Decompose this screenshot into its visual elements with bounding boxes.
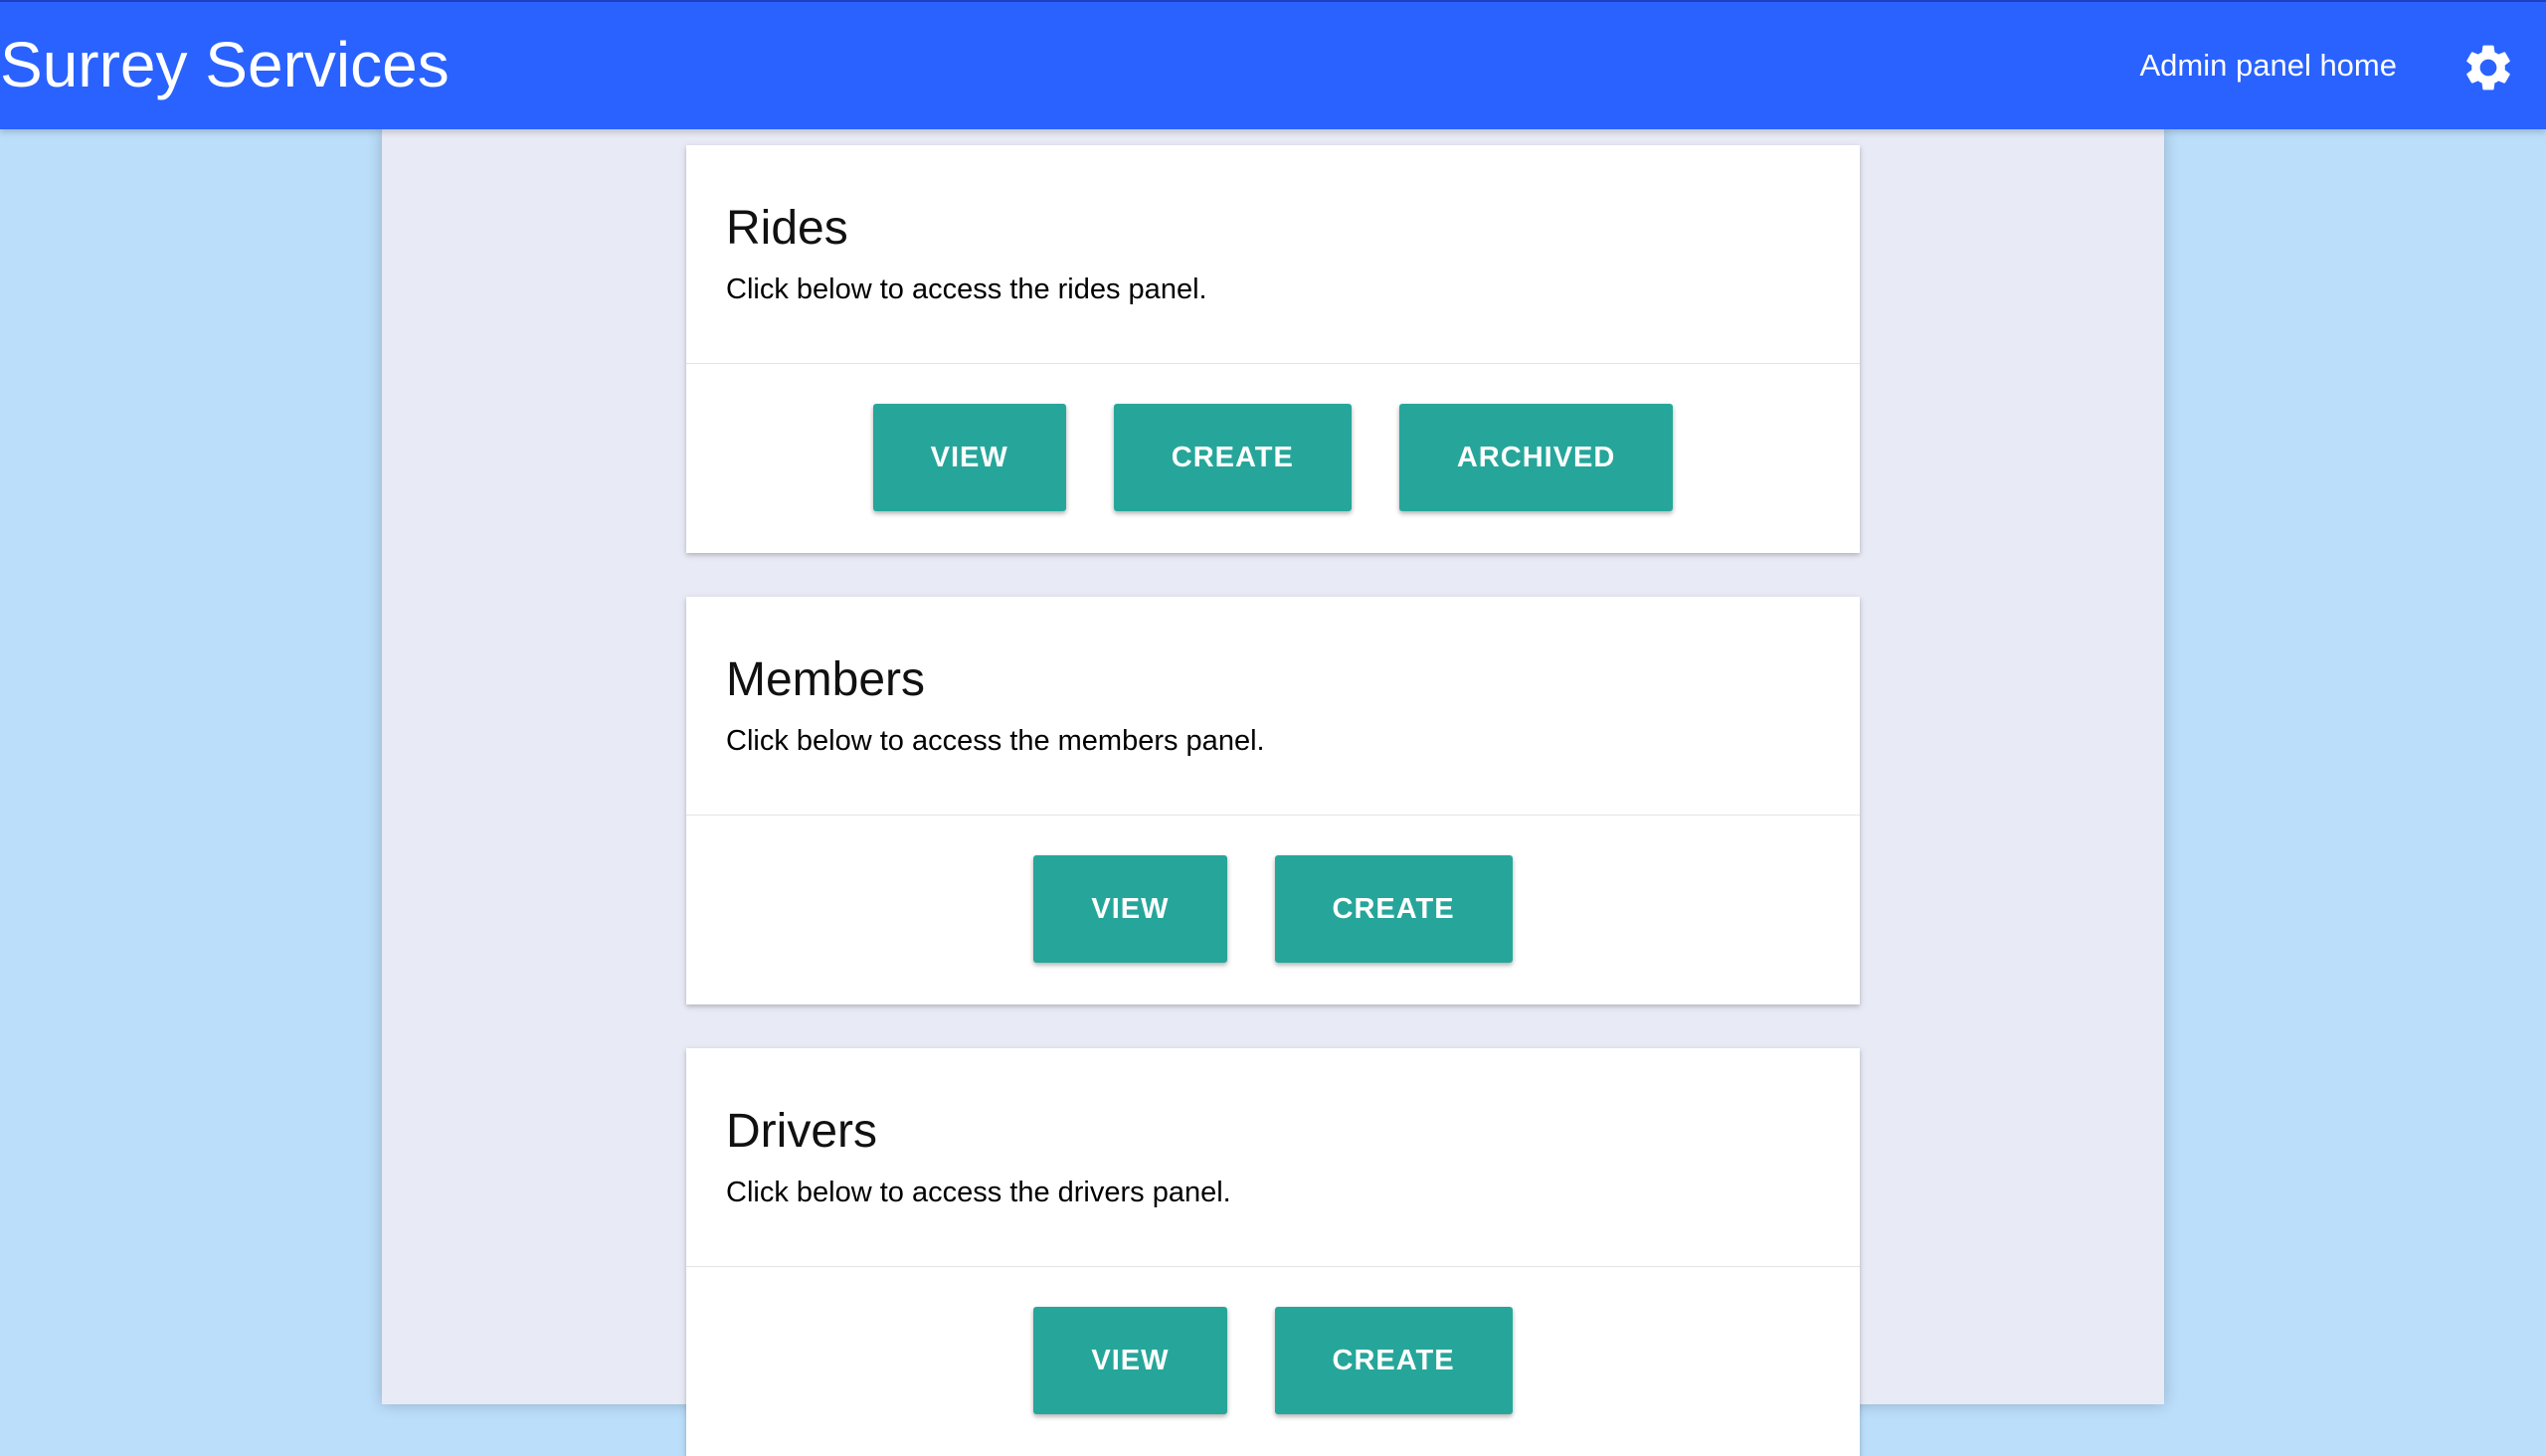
- members-create-button[interactable]: CREATE: [1274, 855, 1513, 963]
- rides-archived-button[interactable]: ARCHIVED: [1398, 404, 1674, 511]
- rides-card-content: Rides Click below to access the rides pa…: [686, 145, 1860, 364]
- drivers-view-button[interactable]: VIEW: [1033, 1307, 1227, 1414]
- members-card: Members Click below to access the member…: [686, 597, 1860, 1004]
- drivers-card-title: Drivers: [726, 1105, 877, 1158]
- members-card-description: Click below to access the members panel.: [726, 725, 1265, 757]
- drivers-card: Drivers Click below to access the driver…: [686, 1048, 1860, 1456]
- rides-card: Rides Click below to access the rides pa…: [686, 145, 1860, 553]
- top-navbar: Surrey Services Admin panel home: [0, 0, 2546, 129]
- members-card-actions: VIEW CREATE: [686, 816, 1860, 1003]
- rides-create-button[interactable]: CREATE: [1113, 404, 1352, 511]
- rides-card-title: Rides: [726, 202, 848, 255]
- members-card-title: Members: [726, 653, 926, 706]
- rides-view-button[interactable]: VIEW: [872, 404, 1066, 511]
- admin-panel-home-link[interactable]: Admin panel home: [2140, 46, 2398, 86]
- drivers-card-description: Click below to access the drivers panel.: [726, 1177, 1231, 1208]
- gear-icon[interactable]: [2460, 40, 2516, 95]
- members-view-button[interactable]: VIEW: [1033, 855, 1227, 963]
- brand-logo[interactable]: Surrey Services: [0, 26, 450, 103]
- drivers-create-button[interactable]: CREATE: [1274, 1307, 1513, 1414]
- main-content: Rides Click below to access the rides pa…: [382, 129, 2164, 1456]
- rides-card-actions: VIEW CREATE ARCHIVED: [686, 364, 1860, 552]
- members-card-content: Members Click below to access the member…: [686, 597, 1860, 816]
- drivers-card-content: Drivers Click below to access the driver…: [686, 1048, 1860, 1267]
- drivers-card-actions: VIEW CREATE: [686, 1267, 1860, 1455]
- rides-card-description: Click below to access the rides panel.: [726, 273, 1207, 305]
